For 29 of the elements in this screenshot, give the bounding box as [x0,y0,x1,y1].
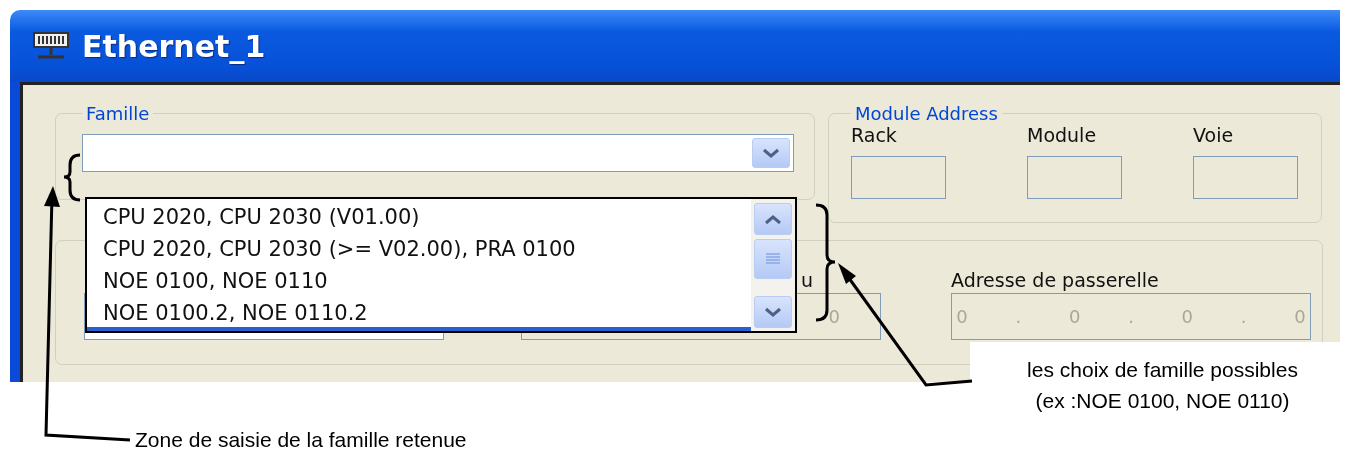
family-combo-box[interactable] [82,134,794,172]
scroll-up-button[interactable] [754,203,792,235]
scroll-down-button[interactable] [754,296,792,328]
list-option[interactable]: CPU 2020, CPU 2030 (>= V02.00), PRA 0100 [103,235,751,267]
chevron-down-icon [764,306,782,318]
chevron-up-icon [764,213,782,225]
input-field[interactable] [1193,156,1298,199]
callout-text: les choix de famille possibles [1027,357,1298,383]
field-label: u [800,269,813,293]
callout-text: (ex :NOE 0100, NOE 0110) [1035,388,1290,414]
field-label: Rack [851,124,898,148]
network-icon [32,31,70,61]
list-option[interactable]: NOE 0100.2, NOE 0110.2 [103,299,751,331]
chevron-down-icon [762,147,780,159]
window-title: Ethernet_1 [82,28,266,64]
grip-icon [765,253,781,265]
field-label: Module [1027,124,1098,148]
group-title: Module Address [854,103,999,124]
list-option[interactable]: CPU 2020, CPU 2030 (V01.00) [103,203,751,235]
field-label: Voie [1193,124,1235,148]
dropdown-button[interactable] [752,138,790,168]
field-label: Adresse de passerelle [951,269,1159,293]
scroll-thumb[interactable] [754,239,792,279]
group-title: Famille [85,103,151,124]
input-field[interactable] [1027,156,1122,199]
annotation-text: Zone de saisie de la famille retenue [135,428,467,452]
brace-mark [62,153,81,202]
list-option[interactable]: NOE 0100, NOE 0110 [103,267,751,299]
input-field[interactable] [851,156,946,199]
